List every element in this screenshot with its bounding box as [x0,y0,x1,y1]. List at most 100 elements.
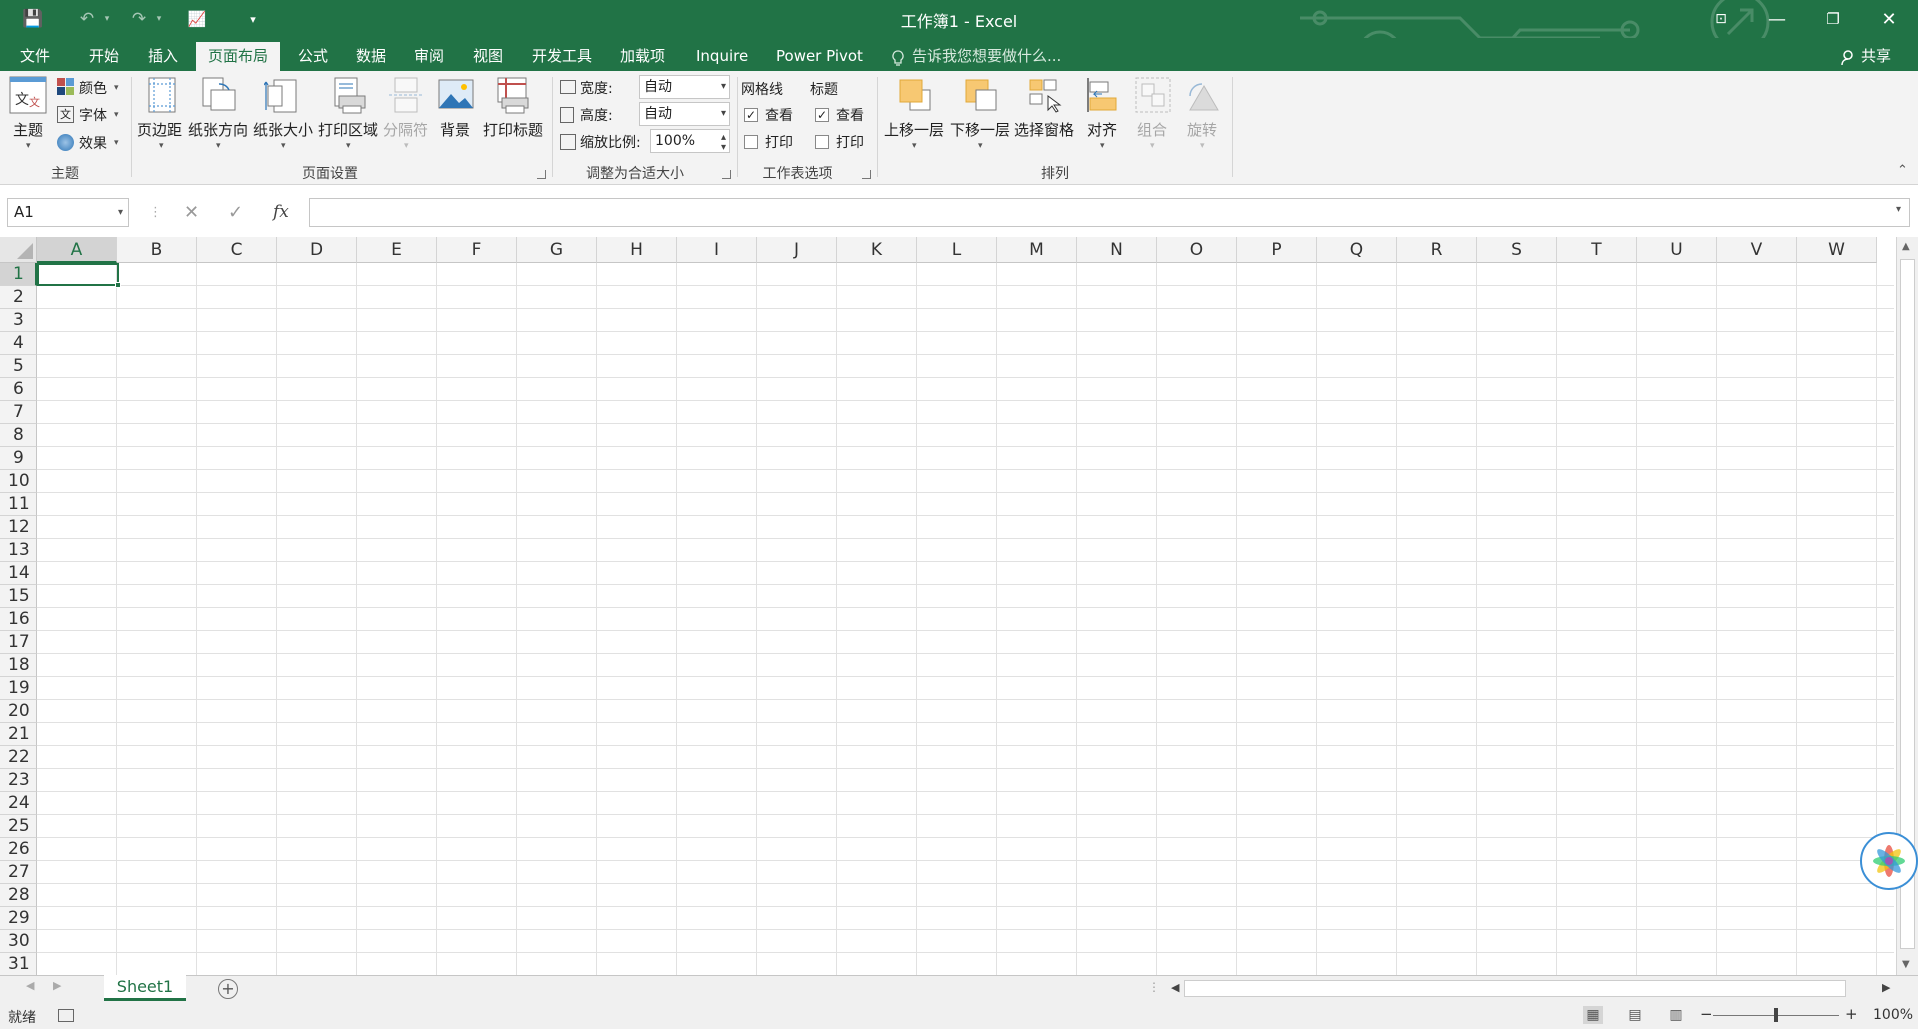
column-header-e[interactable]: E [357,237,437,263]
row-header-5[interactable]: 5 [0,355,37,378]
zoom-slider-thumb[interactable] [1774,1008,1778,1022]
column-header-a[interactable]: A [37,237,117,263]
row-header-27[interactable]: 27 [0,861,37,884]
column-header-j[interactable]: J [757,237,837,263]
tab-formulas[interactable]: 公式 [294,42,332,71]
tab-page-layout[interactable]: 页面布局 [196,42,281,71]
effects-button[interactable]: 效果 [79,133,107,153]
row-header-29[interactable]: 29 [0,907,37,930]
customize-quick-access-icon[interactable]: ▾ [246,6,260,32]
rotate-icon[interactable] [1184,76,1222,114]
align-icon[interactable] [1084,76,1122,114]
row-header-9[interactable]: 9 [0,447,37,470]
row-header-15[interactable]: 15 [0,585,37,608]
row-header-18[interactable]: 18 [0,654,37,677]
page-layout-view-icon[interactable]: ▤ [1625,1006,1645,1024]
fonts-dropdown-icon[interactable]: ▾ [114,110,119,120]
orientation-icon[interactable] [199,76,237,114]
redo-icon[interactable]: ↷ [126,6,152,32]
column-header-m[interactable]: M [997,237,1077,263]
row-header-12[interactable]: 12 [0,516,37,539]
row-header-26[interactable]: 26 [0,838,37,861]
column-header-r[interactable]: R [1397,237,1477,263]
enter-icon[interactable]: ✓ [228,198,243,227]
tab-view[interactable]: 视图 [469,42,507,71]
group-objects-icon[interactable] [1134,76,1172,114]
group-objects-dropdown-icon[interactable]: ▾ [1150,141,1155,151]
scroll-left-icon[interactable]: ◀ [1171,981,1179,994]
sheet-tab-sheet1[interactable]: Sheet1 [104,975,186,1001]
column-header-s[interactable]: S [1477,237,1557,263]
expand-formula-bar-icon[interactable]: ▾ [1896,204,1901,215]
fill-handle[interactable] [115,282,121,288]
save-icon[interactable]: 💾 [20,6,46,32]
column-header-k[interactable]: K [837,237,917,263]
add-sheet-icon[interactable]: + [218,979,238,999]
row-header-22[interactable]: 22 [0,746,37,769]
breaks-icon[interactable] [387,76,425,114]
row-header-7[interactable]: 7 [0,401,37,424]
headings-print-checkbox[interactable] [815,135,829,149]
row-header-14[interactable]: 14 [0,562,37,585]
scale-spinner[interactable]: 100% ▴ ▾ [650,129,730,153]
column-header-f[interactable]: F [437,237,517,263]
close-icon[interactable]: ✕ [1861,0,1917,38]
bring-forward-dropdown-icon[interactable]: ▾ [912,141,917,151]
print-area-icon[interactable] [329,76,367,114]
column-header-c[interactable]: C [197,237,277,263]
minimize-icon[interactable]: — [1749,0,1805,38]
row-header-3[interactable]: 3 [0,309,37,332]
gridlines-print-checkbox[interactable] [744,135,758,149]
column-header-n[interactable]: N [1077,237,1157,263]
row-header-11[interactable]: 11 [0,493,37,516]
column-header-w[interactable]: W [1797,237,1877,263]
horizontal-scrollbar[interactable]: ◀ ▶ [1168,979,1895,999]
margins-dropdown-icon[interactable]: ▾ [159,141,164,151]
collapse-ribbon-icon[interactable]: ⌃ [1897,163,1908,178]
sheet-nav-next-icon[interactable]: ▶ [53,979,61,992]
margins-button[interactable]: 页边距 [137,119,182,140]
row-header-20[interactable]: 20 [0,700,37,723]
row-header-28[interactable]: 28 [0,884,37,907]
sheet-options-launcher-icon[interactable] [862,170,871,179]
themes-icon[interactable]: 文文 [9,76,47,114]
cancel-icon[interactable]: ✕ [184,198,199,227]
scale-to-fit-launcher-icon[interactable] [722,170,731,179]
tab-review[interactable]: 审阅 [410,42,448,71]
row-header-25[interactable]: 25 [0,815,37,838]
width-dropdown[interactable]: 自动 ▾ [639,75,730,99]
page-break-preview-icon[interactable]: ▥ [1666,1006,1686,1024]
active-cell-a1[interactable] [37,263,121,288]
sheet-nav-prev-icon[interactable]: ◀ [26,979,34,992]
row-header-4[interactable]: 4 [0,332,37,355]
column-header-d[interactable]: D [277,237,357,263]
tab-addins[interactable]: 加载项 [616,42,669,71]
zoom-out-button[interactable]: − [1700,1005,1713,1023]
column-header-i[interactable]: I [677,237,757,263]
row-header-2[interactable]: 2 [0,286,37,309]
tab-file[interactable]: 文件 [16,42,54,71]
margins-icon[interactable] [143,76,181,114]
row-header-23[interactable]: 23 [0,769,37,792]
print-area-button[interactable]: 打印区域 [318,119,378,140]
macro-record-icon[interactable] [58,1009,74,1022]
row-header-8[interactable]: 8 [0,424,37,447]
row-header-10[interactable]: 10 [0,470,37,493]
column-header-v[interactable]: V [1717,237,1797,263]
colors-dropdown-icon[interactable]: ▾ [114,83,119,93]
undo-dropdown-icon[interactable]: ▾ [101,6,113,32]
zoom-level[interactable]: 100% [1873,1007,1913,1023]
select-all-corner[interactable] [0,237,37,263]
send-backward-button[interactable]: 下移一层 [950,119,1010,140]
paper-size-icon[interactable] [263,76,302,114]
align-dropdown-icon[interactable]: ▾ [1100,141,1105,151]
ribbon-display-options-icon[interactable]: ⊡ [1693,0,1749,38]
restore-icon[interactable]: ❐ [1805,0,1861,38]
column-header-q[interactable]: Q [1317,237,1397,263]
normal-view-icon[interactable]: ▦ [1583,1006,1603,1024]
row-header-30[interactable]: 30 [0,930,37,953]
tab-developer[interactable]: 开发工具 [528,42,596,71]
selection-pane-button[interactable]: 选择窗格 [1014,119,1074,140]
chart-icon[interactable]: 📈 [184,6,210,32]
height-dropdown[interactable]: 自动 ▾ [639,102,730,126]
